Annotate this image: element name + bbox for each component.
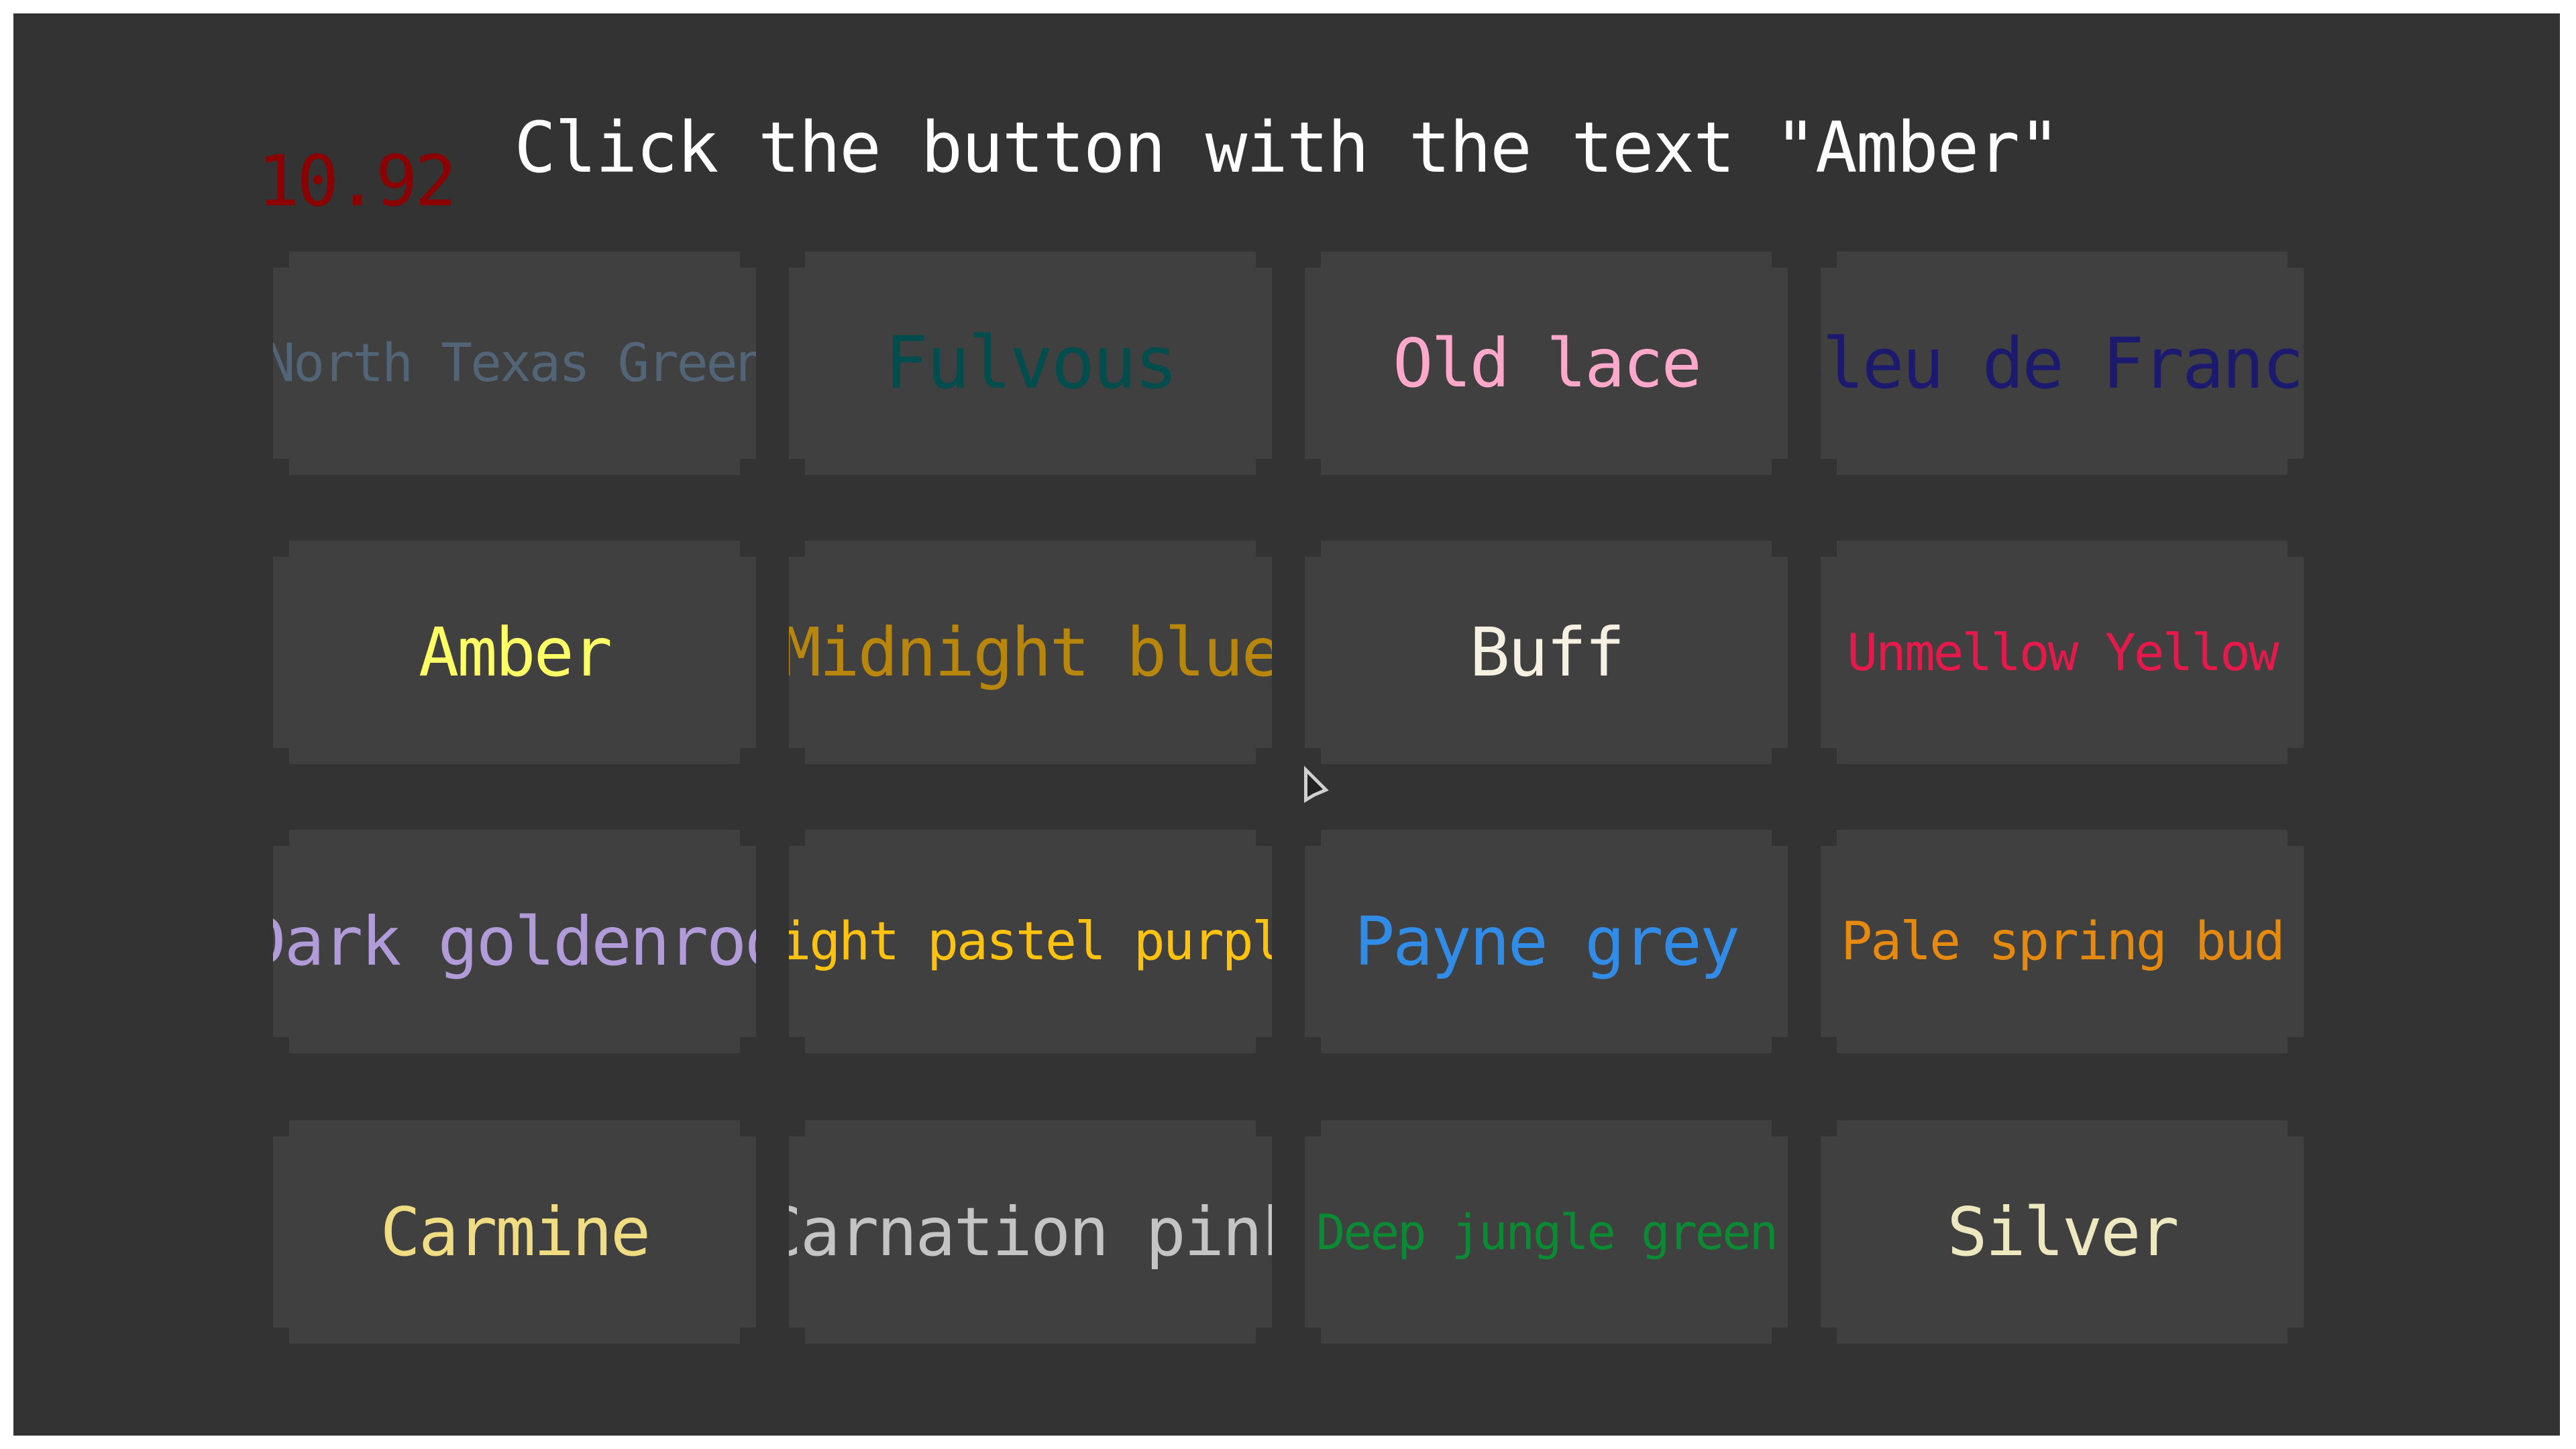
color-button-unmellow-yellow[interactable]: Unmellow Yellow xyxy=(1821,541,2304,764)
color-button-north-texas-green[interactable]: North Texas Green xyxy=(273,252,756,475)
color-button-buff[interactable]: Buff xyxy=(1305,541,1788,764)
button-label: Payne grey xyxy=(1354,902,1740,981)
button-label: Unmellow Yellow xyxy=(1847,623,2279,682)
color-button-old-lace[interactable]: Old lace xyxy=(1305,252,1788,475)
color-button-payne-grey[interactable]: Payne grey xyxy=(1305,830,1788,1053)
color-button-bleu-de-france[interactable]: Bleu de France xyxy=(1821,252,2304,475)
button-label: Deep jungle green xyxy=(1316,1203,1778,1260)
button-label: Midnight blue xyxy=(781,613,1280,692)
color-button-pale-spring-bud[interactable]: Pale spring bud xyxy=(1821,830,2304,1053)
button-label: Pale spring bud xyxy=(1841,911,2285,972)
color-button-deep-jungle-green[interactable]: Deep jungle green xyxy=(1305,1120,1788,1344)
button-label: Old lace xyxy=(1393,324,1702,402)
color-button-amber[interactable]: Amber xyxy=(273,541,756,764)
color-button-dark-goldenrod[interactable]: Dark goldenrod xyxy=(273,830,756,1053)
color-button-silver[interactable]: Silver xyxy=(1821,1120,2304,1344)
button-label: Amber xyxy=(418,613,612,692)
button-label: Dark goldenrod xyxy=(246,902,784,981)
color-button-light-pastel-purple[interactable]: Light pastel purple xyxy=(789,830,1272,1053)
color-button-carnation-pink[interactable]: Carnation pink xyxy=(789,1120,1272,1344)
color-button-fulvous[interactable]: Fulvous xyxy=(789,252,1272,475)
color-button-carmine[interactable]: Carmine xyxy=(273,1120,756,1344)
button-label: Light pastel purple xyxy=(750,911,1311,972)
mouse-cursor-icon xyxy=(1304,765,1329,803)
button-label: Silver xyxy=(1947,1193,2179,1271)
button-label: Buff xyxy=(1469,613,1625,692)
color-button-midnight-blue[interactable]: Midnight blue xyxy=(789,541,1272,764)
game-area: Click the button with the text "Amber" 1… xyxy=(13,13,2560,1436)
button-label: Carnation pink xyxy=(761,1193,1299,1271)
button-label: Bleu de France xyxy=(1782,322,2343,405)
countdown-timer: 10.92 xyxy=(258,140,457,222)
button-label: North Texas Green xyxy=(264,333,765,394)
button-label: Carmine xyxy=(380,1193,651,1271)
button-label: Fulvous xyxy=(884,321,1178,405)
